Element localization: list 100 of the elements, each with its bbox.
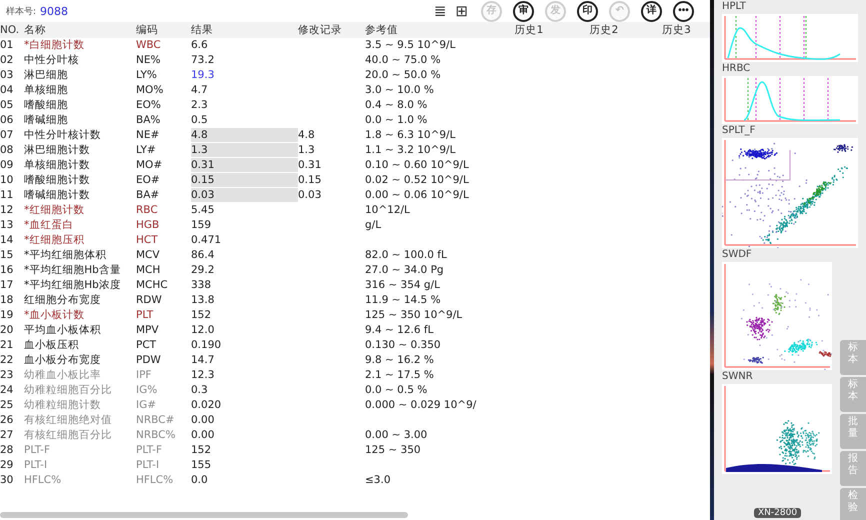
toolbar-button[interactable]: ⊞ bbox=[453, 1, 470, 21]
table-cell-text: ≤3.0 bbox=[365, 473, 392, 488]
toolbar-button[interactable]: ••• bbox=[673, 0, 694, 22]
table-cell-text: NE# bbox=[136, 128, 160, 143]
column-header: 编码 bbox=[136, 22, 191, 38]
table-cell-text: 嗜碱细胞 bbox=[24, 113, 69, 128]
table-cell-text: NRBC% bbox=[136, 428, 176, 443]
table-cell-text: IG% bbox=[136, 383, 158, 398]
table-cell-text: 0.15 bbox=[298, 173, 322, 188]
table-cell-text: 嗜碱细胞计数 bbox=[24, 188, 91, 203]
column-header: 修改记录 bbox=[298, 22, 365, 38]
toolbar-button[interactable]: 印 bbox=[577, 0, 598, 22]
table-cell-text: EO% bbox=[136, 98, 162, 113]
table-cell-text: 6.6 bbox=[191, 38, 209, 53]
column-header: 结果 bbox=[191, 22, 298, 38]
table-cell-text: 11 bbox=[0, 188, 14, 203]
table-cell-text: 338 bbox=[191, 278, 212, 293]
table-cell-text: 20.0 ~ 50.0 % bbox=[365, 68, 442, 83]
table-cell-text: 25 bbox=[0, 398, 14, 413]
table-cell-text: 23 bbox=[0, 368, 14, 383]
table-cell-text: MO# bbox=[136, 158, 164, 173]
table-cell-text: 3.5 ~ 9.5 10^9/L bbox=[365, 38, 456, 53]
table-cell-text: 15 bbox=[0, 248, 14, 263]
table-cell-text: 0.00 ~ 3.00 bbox=[365, 428, 428, 443]
table-cell-text: 淋巴细胞计数 bbox=[24, 143, 91, 158]
table-cell-text: 0.020 bbox=[191, 398, 222, 413]
side-tab[interactable]: 批量 bbox=[840, 414, 866, 449]
table-cell-text: *平均红细胞Hb浓度 bbox=[24, 278, 122, 293]
table-cell-text: *红细胞计数 bbox=[24, 203, 86, 218]
table-cell-text: *血红蛋白 bbox=[24, 218, 74, 233]
table-cell-text: 2.1 ~ 17.5 % bbox=[365, 368, 435, 383]
table-cell-text: 03 bbox=[0, 68, 14, 83]
table-cell-text: 28 bbox=[0, 443, 14, 458]
toolbar-button[interactable]: 审 bbox=[513, 0, 534, 22]
table-cell-text: RBC bbox=[136, 203, 159, 218]
table-cell-text: PLT-I bbox=[136, 458, 160, 473]
table-cell-text: 血小板压积 bbox=[24, 338, 80, 353]
table-cell-text: 单核细胞 bbox=[24, 83, 69, 98]
table-cell-text: HGB bbox=[136, 218, 160, 233]
table-cell-text: *红细胞压积 bbox=[24, 233, 86, 248]
table-cell-text: 11.9 ~ 14.5 % bbox=[365, 293, 442, 308]
table-cell-text: NRBC# bbox=[136, 413, 176, 428]
table-cell-text: 316 ~ 354 g/L bbox=[365, 278, 441, 293]
table-cell-text: 0.3 bbox=[191, 383, 209, 398]
table-cell-text: 0.000 ~ 0.029 10^9/ bbox=[365, 398, 478, 413]
column-header: 历史2 bbox=[565, 22, 643, 38]
table-cell-text: 0.02 ~ 0.52 10^9/L bbox=[365, 173, 470, 188]
table-cell-text: 单核细胞计数 bbox=[24, 158, 91, 173]
toolbar-button[interactable]: ≣ bbox=[432, 1, 448, 21]
table-cell-text: PLT-I bbox=[24, 458, 48, 473]
sample-number: 9088 bbox=[40, 4, 68, 18]
side-tab[interactable]: 标本 bbox=[840, 377, 866, 412]
table-cell-text: 血小板分布宽度 bbox=[24, 353, 102, 368]
table-cell-text: HCT bbox=[136, 233, 159, 248]
table-cell-text: MCH bbox=[136, 263, 162, 278]
table-cell-text: 9.4 ~ 12.6 fL bbox=[365, 323, 434, 338]
table-cell-text: 20 bbox=[0, 323, 14, 338]
side-tab[interactable]: 报告 bbox=[840, 451, 866, 486]
table-cell-text: MCHC bbox=[136, 278, 169, 293]
scrollbar[interactable] bbox=[0, 512, 408, 518]
table-cell-text: 2.3 bbox=[191, 98, 209, 113]
table-cell-text: 05 bbox=[0, 98, 14, 113]
table-cell-text: 22 bbox=[0, 353, 14, 368]
table-cell-text: IPF bbox=[136, 368, 152, 383]
table-cell-text: 嗜酸细胞计数 bbox=[24, 173, 91, 188]
table-cell-text: 12.0 bbox=[191, 323, 216, 338]
table-cell-text: 02 bbox=[0, 53, 14, 68]
table-cell-text: 幼稚粒细胞百分比 bbox=[24, 383, 113, 398]
table-cell-text: *平均红细胞体积 bbox=[24, 248, 108, 263]
table-cell-text: 24 bbox=[0, 383, 14, 398]
table-cell-text: 73.2 bbox=[191, 53, 216, 68]
table-cell-text: PLT bbox=[136, 308, 154, 323]
table-cell-text: 21 bbox=[0, 338, 14, 353]
table-cell-text: 27.0 ~ 34.0 Pg bbox=[365, 263, 445, 278]
status-chip: XN-2800 bbox=[754, 508, 802, 518]
table-cell-text: 9.8 ~ 16.2 % bbox=[365, 353, 435, 368]
table-cell-text: 中性分叶核计数 bbox=[24, 128, 102, 143]
plot-title: HPLT bbox=[722, 1, 747, 13]
table-cell-text: 4.7 bbox=[191, 83, 209, 98]
column-header: 历史1 bbox=[493, 22, 565, 38]
side-tab[interactable]: 检验 bbox=[840, 488, 866, 520]
table-cell-text: 有核红细胞百分比 bbox=[24, 428, 113, 443]
side-tab[interactable]: 标本 bbox=[840, 340, 866, 375]
table-cell-text: 125 ~ 350 10^9/L bbox=[365, 308, 464, 323]
table-cell-text: MPV bbox=[136, 323, 160, 338]
table-cell-text: WBC bbox=[136, 38, 162, 53]
table-cell-text: PDW bbox=[136, 353, 162, 368]
table-cell-text: 0.0 bbox=[191, 473, 209, 488]
table-cell-text: 10 bbox=[0, 173, 14, 188]
table-cell-text: 中性分叶核 bbox=[24, 53, 80, 68]
table-cell-text: 0.00 bbox=[191, 413, 216, 428]
table-cell-text: 红细胞分布宽度 bbox=[24, 293, 102, 308]
table-cell-text: g/L bbox=[365, 218, 382, 233]
toolbar-button[interactable]: 详 bbox=[641, 0, 662, 22]
table-cell-text: *白细胞计数 bbox=[24, 38, 86, 53]
table-cell-text: 04 bbox=[0, 83, 14, 98]
table-cell-text: 30 bbox=[0, 473, 14, 488]
column-header: NO. bbox=[0, 22, 24, 38]
table-cell-text: *平均红细胞Hb含量 bbox=[24, 263, 122, 278]
table-cell-text: 82.0 ~ 100.0 fL bbox=[365, 248, 448, 263]
